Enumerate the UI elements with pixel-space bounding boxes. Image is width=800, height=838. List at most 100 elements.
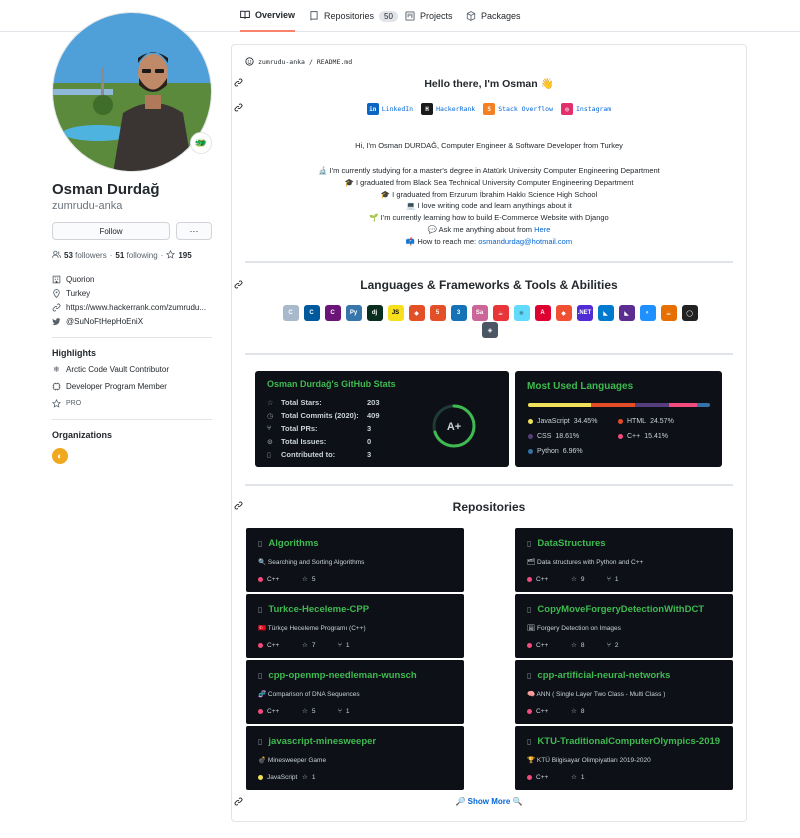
readme-breadcrumb: zumrudu-anka / README.md — [245, 57, 352, 66]
profile-fullname: Osman Durdağ — [52, 181, 160, 198]
tab-repositories[interactable]: Repositories 50 — [309, 0, 398, 32]
anchor-link-icon[interactable] — [234, 797, 243, 806]
fork-icon: ⑂ — [607, 575, 611, 583]
tab-overview[interactable]: Overview — [240, 0, 296, 32]
languages-title: Most Used Languages — [527, 381, 634, 392]
dragon-icon: 🐲 — [194, 137, 208, 149]
email-link[interactable]: osmandurdag@hotmail.com — [478, 237, 572, 246]
unity-icon: ◯ — [681, 305, 698, 321]
status-emoji-badge[interactable]: 🐲 — [190, 132, 212, 154]
stat-label: Total Stars: — [281, 398, 322, 407]
language-item: CSS 18.61% — [528, 433, 579, 440]
snowflake-icon: ❄ — [53, 365, 60, 374]
repo-card[interactable]: ▯ KTU-TraditionalComputerOlympics-2019 🏆 … — [515, 726, 733, 790]
repo-card[interactable]: ▯ cpp-openmp-needleman-wunsch 🧬 Compariso… — [246, 660, 464, 724]
highlight-arctic-vault[interactable]: ❄ Arctic Code Vault Contributor — [52, 365, 169, 374]
readme-path-sep: / — [308, 57, 313, 66]
anchor-link-icon[interactable] — [234, 103, 243, 112]
tools-row: ◈ — [250, 322, 730, 338]
package-icon — [466, 11, 476, 21]
repo-card[interactable]: ▯ CopyMoveForgeryDetectionWithDCT 🖼 Forge… — [515, 594, 733, 658]
follow-button[interactable]: Follow — [52, 222, 170, 240]
tab-packages[interactable]: Packages — [466, 0, 521, 32]
following-link[interactable]: 51 following — [115, 251, 157, 260]
instagram-icon: ◎ — [561, 103, 573, 115]
bullet-item-reach: 📫 How to reach me: osmandurdag@hotmail.c… — [405, 236, 573, 246]
stat-row: ⊙ Total Issues: 0 — [267, 437, 371, 446]
repo-name: CopyMoveForgeryDetectionWithDCT — [537, 604, 705, 615]
language-dot — [618, 434, 623, 439]
social-links: in LinkedIn H HackerRank S Stack Overflo… — [245, 103, 733, 115]
more-options-button[interactable]: ··· — [176, 222, 212, 240]
linkedin-icon: in — [366, 103, 379, 115]
stat-row: ▯ Contributed to: 3 — [267, 450, 371, 459]
linkedin-link[interactable]: in LinkedIn — [366, 103, 413, 115]
show-more-link[interactable]: 🔎 Show More 🔍 — [245, 797, 733, 806]
javascript-icon: JS — [387, 305, 404, 321]
repo-icon: ▯ — [258, 671, 263, 680]
angular-icon: A — [534, 305, 551, 321]
language-dot — [527, 576, 532, 582]
language-dot — [258, 774, 263, 780]
repo-card[interactable]: ▯ Algorithms 🔍 Searching and Sorting Algo… — [246, 528, 464, 592]
bullet-item: 🔬 I'm currently studying for a master's … — [318, 166, 660, 175]
bullet-item: 🎓 I graduated from Erzurum İbrahim Hakkı… — [380, 189, 598, 199]
follow-stats: 53 followers · 51 following · 195 — [52, 249, 192, 261]
grade-ring: A+ — [432, 404, 476, 448]
repo-description: 🏆 KTÜ Bilgisayar Olimpiyatları 2019-2020 — [527, 757, 651, 764]
django-icon: dj — [366, 305, 383, 321]
css3-icon: 3 — [450, 305, 467, 321]
languages-card[interactable]: Most Used Languages JavaScript 34.45% HTM… — [515, 371, 722, 467]
fork-icon: ⑂ — [607, 641, 611, 649]
language-item: HTML 24.57% — [618, 418, 674, 425]
hackerrank-link[interactable]: H HackerRank — [421, 103, 475, 115]
anchor-link-icon[interactable] — [234, 78, 243, 87]
anchor-link-icon[interactable] — [234, 280, 243, 289]
location-text: Turkey — [66, 289, 91, 298]
instagram-link[interactable]: ◎ Instagram — [561, 103, 611, 115]
readme-path-file[interactable]: README.md — [317, 58, 352, 66]
ask-link[interactable]: Here — [534, 225, 550, 234]
stat-row: ⑂ Total PRs: 3 — [267, 424, 371, 433]
avatar[interactable] — [52, 12, 212, 172]
repo-meta: C++ ☆ 5 — [258, 575, 338, 583]
java-cup-icon: ☕ — [492, 305, 509, 321]
repo-card[interactable]: ▯ Turkce-Heceleme-CPP 🇹🇷 Türkçe Heceleme … — [246, 594, 464, 658]
building-icon — [52, 275, 61, 284]
star-outline-icon — [52, 399, 61, 408]
readme-path-user[interactable]: zumrudu-anka — [258, 58, 305, 66]
language-item: JavaScript 34.45% — [528, 418, 597, 425]
github-stats-card[interactable]: Osman Durdağ's GitHub Stats ☆ Total Star… — [255, 371, 509, 467]
repo-card[interactable]: ▯ javascript-minesweeper 💣 Minesweeper Ga… — [246, 726, 464, 790]
stars-link[interactable]: 195 — [178, 251, 191, 260]
star-icon: ☆ — [302, 708, 308, 715]
python-icon: Py — [345, 305, 362, 321]
website-row: https://www.hackerrank.com/zumrudu... — [52, 303, 206, 312]
twitter-icon — [52, 317, 61, 326]
repo-name: DataStructures — [537, 538, 606, 549]
twitter-handle[interactable]: @SuNoFtHepHoEniX — [66, 317, 143, 326]
tab-projects[interactable]: Projects — [405, 0, 453, 32]
anchor-link-icon[interactable] — [234, 501, 243, 510]
repo-card[interactable]: ▯ cpp-artificial-neural-networks 🧠 ANN ( … — [515, 660, 733, 724]
stackoverflow-link[interactable]: S Stack Overflow — [483, 103, 553, 115]
organization-avatar[interactable]: ◐ — [52, 448, 68, 464]
repositories-heading: Repositories — [452, 500, 526, 514]
repo-icon: ▯ — [258, 539, 263, 548]
highlight-developer-label: Developer Program Member — [66, 382, 167, 391]
repo-card[interactable]: ▯ DataStructures 🗂 Data structures with P… — [515, 528, 733, 592]
repo-description: 💣 Minesweeper Game — [258, 757, 327, 764]
website-link[interactable]: https://www.hackerrank.com/zumrudu... — [66, 303, 206, 312]
star-icon: ☆ — [571, 576, 577, 583]
highlight-developer-program[interactable]: Developer Program Member — [52, 382, 167, 391]
location-row: Turkey — [52, 289, 90, 298]
followers-link[interactable]: 53 followers — [64, 251, 107, 260]
highlights-title: Highlights — [52, 348, 96, 358]
stat-label: Total Commits (2020): — [281, 411, 359, 420]
highlight-arctic-label: Arctic Code Vault Contributor — [66, 365, 170, 374]
section-divider — [245, 353, 733, 355]
java-icon: ☕ — [660, 305, 677, 321]
repo-name: Turkce-Heceleme-CPP — [268, 604, 370, 615]
stat-row: ◷ Total Commits (2020): 409 — [267, 411, 380, 420]
unity-cube-icon: ◈ — [482, 322, 498, 338]
